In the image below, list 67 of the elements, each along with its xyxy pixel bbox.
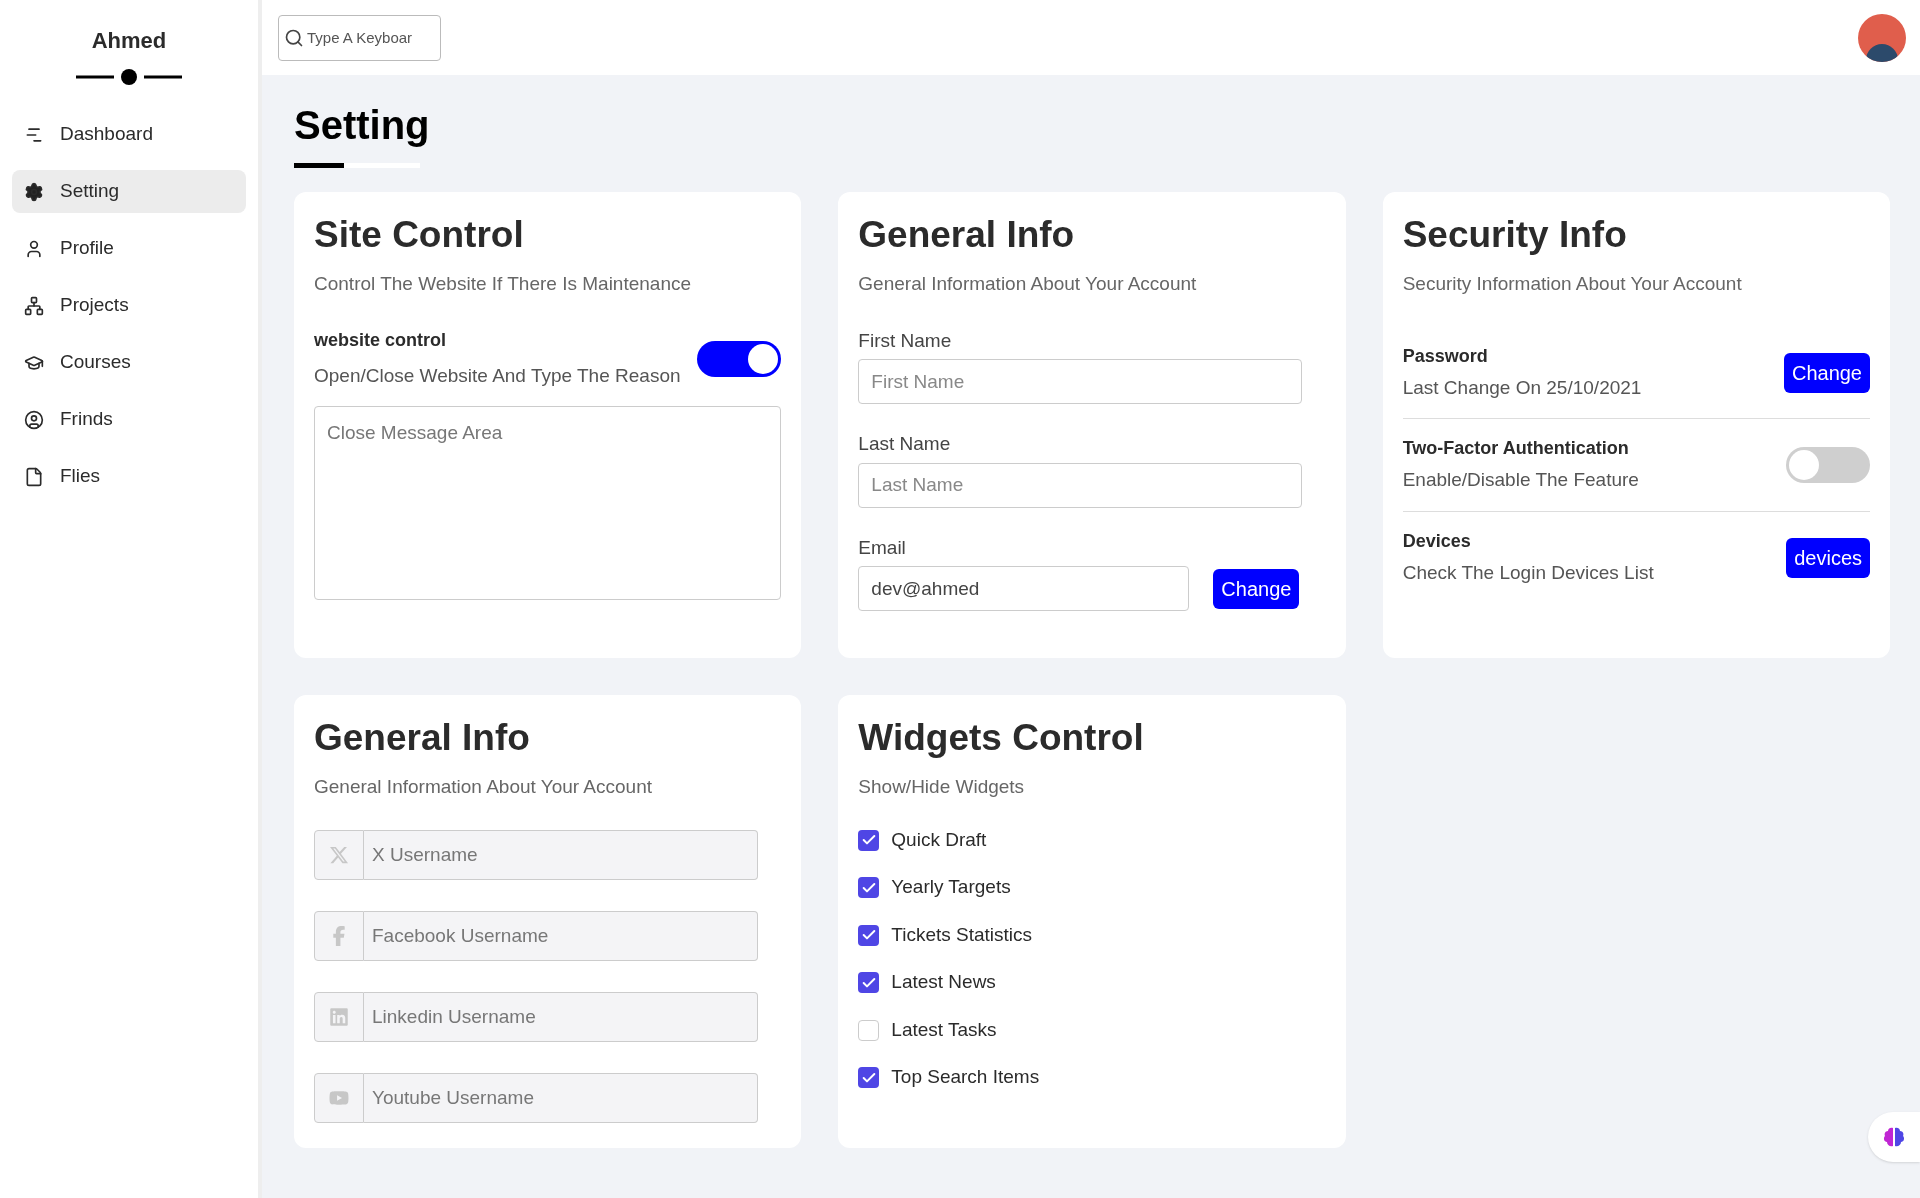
setting-title: Password (1402, 344, 1489, 368)
field-label: Last Name (858, 432, 952, 457)
field-label: Email (858, 535, 907, 560)
checkbox[interactable] (858, 1067, 880, 1088)
linkedin-icon (329, 1006, 349, 1027)
user-circle-icon (24, 409, 44, 430)
search-field[interactable]: Type A Keyboar (278, 14, 441, 61)
checkbox[interactable] (858, 972, 880, 993)
sidebar-item[interactable]: Flies (12, 455, 246, 498)
sidebar-title: Ahmed (90, 27, 168, 55)
checkbox[interactable] (858, 924, 880, 946)
text-field[interactable]: Last Name (858, 462, 1303, 508)
checkbox-label: Quick Draft (891, 827, 987, 852)
checkbox[interactable] (858, 1019, 880, 1041)
sidebar-item[interactable]: Profile (12, 227, 246, 270)
setting-label: website control (314, 328, 448, 352)
username-field[interactable]: Facebook Username (364, 910, 758, 961)
avatar[interactable] (1858, 13, 1906, 62)
card-subtitle: General Information About Your Account (858, 272, 1198, 297)
change-button[interactable]: Change (1213, 568, 1300, 609)
toggle-switch[interactable] (1786, 447, 1870, 483)
checkbox-label: Tickets Statistics (891, 922, 1033, 947)
settings-icon (24, 181, 44, 202)
user-icon (24, 238, 44, 259)
text-field[interactable]: First Name (858, 359, 1303, 405)
setting-title: Devices (1402, 529, 1472, 553)
card-subtitle: Security Information About Your Account (1402, 272, 1743, 297)
card-subtitle: Show/Hide Widgets (858, 775, 1026, 800)
checkbox[interactable] (858, 877, 880, 898)
username-field[interactable]: Linkedin Username (364, 991, 758, 1042)
file-icon (24, 466, 44, 487)
sidebar-item[interactable]: Frinds (12, 398, 246, 441)
message-area[interactable]: Close Message Area (314, 406, 782, 601)
action-button[interactable]: devices (1786, 537, 1870, 578)
checkbox-label: Top Search Items (891, 1065, 1040, 1090)
diagram-icon (24, 295, 44, 316)
sidebar-item[interactable]: Dashboard (12, 113, 246, 156)
card-subtitle: Control The Website If There Is Maintenance (314, 272, 693, 297)
toggle-switch[interactable] (697, 340, 782, 377)
card-title: Site Control (314, 213, 525, 257)
action-button[interactable]: Change (1783, 352, 1870, 393)
brain-icon (1882, 1125, 1906, 1149)
search-icon (284, 27, 304, 48)
username-field[interactable]: X Username (364, 829, 758, 880)
setting-description: Last Change On 25/10/2021 (1402, 375, 1642, 400)
checkbox-label: Latest News (891, 970, 996, 995)
setting-title: Two-Factor Authentication (1402, 437, 1630, 461)
card-title: Security Info (1402, 213, 1628, 257)
setting-description: Enable/Disable The Feature (1402, 468, 1639, 493)
sidebar-item[interactable]: Setting (12, 170, 246, 213)
field-label: First Name (858, 328, 953, 353)
card-title: Widgets Control (858, 716, 1145, 760)
checkbox-label: Yearly Targets (891, 875, 1011, 900)
username-field[interactable]: Youtube Username (364, 1072, 758, 1123)
card-subtitle: General Information About Your Account (314, 775, 653, 800)
checkbox-label: Latest Tasks (891, 1017, 997, 1042)
card-title: General Info (314, 716, 531, 760)
x-logo-icon (329, 844, 349, 865)
card-title: General Info (858, 213, 1076, 257)
checkbox[interactable] (858, 829, 880, 851)
page-title: Setting (294, 102, 430, 149)
brain-button[interactable] (1868, 1112, 1920, 1162)
text-field[interactable]: dev@ahmed (858, 566, 1190, 612)
setting-description: Check The Login Devices List (1402, 560, 1654, 585)
setting-description: Open/Close Website And Type The Reason (314, 363, 681, 388)
sidebar-item[interactable]: Projects (12, 284, 246, 327)
sidebar-item[interactable]: Courses (12, 341, 246, 384)
